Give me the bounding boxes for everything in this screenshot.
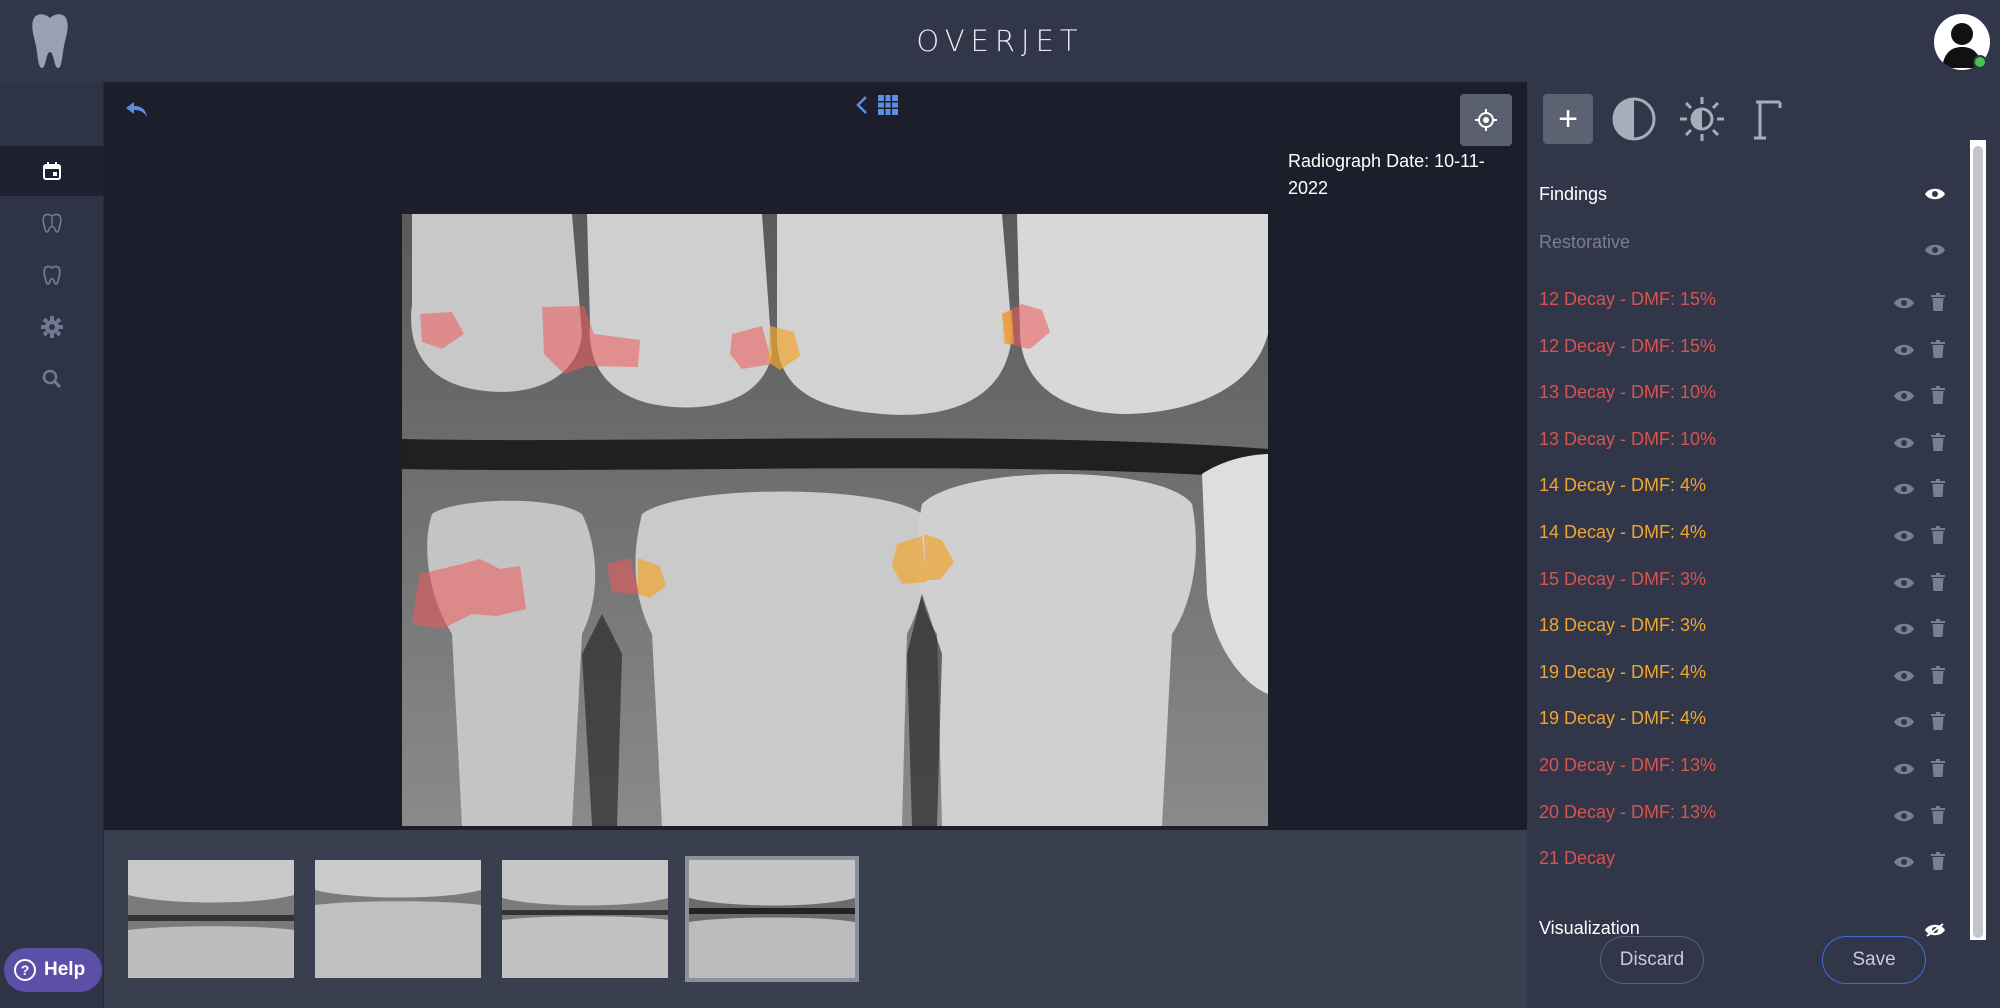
finding-delete-trash-icon[interactable] (1931, 712, 1945, 730)
finding-visibility-eye-icon[interactable] (1893, 855, 1915, 869)
finding-label[interactable]: 12 Decay - DMF: 15% (1539, 336, 1716, 357)
sidebar (0, 82, 104, 1008)
brand-title: OVERJET (916, 24, 1084, 58)
gamma-button[interactable] (1743, 94, 1793, 144)
contrast-button[interactable] (1609, 94, 1659, 144)
gear-icon (41, 316, 63, 338)
online-status-indicator (1973, 55, 1987, 69)
findings-visibility-eye-icon[interactable] (1924, 184, 1946, 204)
finding-label[interactable]: 14 Decay - DMF: 4% (1539, 475, 1706, 496)
sidebar-item-tooth[interactable] (0, 250, 104, 300)
finding-delete-trash-icon[interactable] (1931, 573, 1945, 591)
contrast-icon (1612, 97, 1656, 141)
brightness-button[interactable] (1677, 94, 1727, 144)
thumbnail-4-selected[interactable] (685, 856, 859, 982)
restorative-heading: Restorative (1539, 232, 1631, 252)
gamma-icon (1754, 100, 1782, 140)
finding-delete-trash-icon[interactable] (1931, 479, 1945, 497)
findings-heading: Findings (1539, 184, 1608, 204)
image-navigation (854, 94, 898, 116)
save-button[interactable]: Save (1822, 936, 1926, 984)
finding-label[interactable]: 14 Decay - DMF: 4% (1539, 522, 1706, 543)
discard-button[interactable]: Discard (1600, 936, 1704, 984)
top-bar: OVERJET (0, 0, 2000, 82)
xray-image[interactable] (402, 214, 1268, 826)
finding-visibility-eye-icon[interactable] (1893, 809, 1915, 823)
finding-label[interactable]: 20 Decay - DMF: 13% (1539, 755, 1716, 776)
grid-view-icon[interactable] (878, 95, 898, 115)
thumbnail-1[interactable] (128, 860, 294, 978)
radiograph-viewer: Radiograph Date: 10-11-2022 (104, 82, 1527, 830)
finding-delete-trash-icon[interactable] (1931, 806, 1945, 824)
finding-delete-trash-icon[interactable] (1931, 433, 1945, 451)
tooth-icon (43, 265, 61, 285)
visualization-hidden-eye-icon[interactable] (1924, 920, 1946, 940)
thumbnail-2[interactable] (315, 860, 481, 978)
finding-label[interactable]: 13 Decay - DMF: 10% (1539, 382, 1716, 403)
sidebar-item-search[interactable] (0, 354, 104, 404)
finding-label[interactable]: 15 Decay - DMF: 3% (1539, 569, 1706, 590)
finding-visibility-eye-icon[interactable] (1893, 529, 1915, 543)
chevron-left-icon[interactable] (854, 94, 870, 116)
thumbnail-3[interactable] (502, 860, 668, 978)
sidebar-item-teeth-chart[interactable] (0, 198, 104, 248)
search-icon (42, 369, 62, 389)
finding-delete-trash-icon[interactable] (1931, 386, 1945, 404)
finding-visibility-eye-icon[interactable] (1893, 389, 1915, 403)
sidebar-item-settings[interactable] (0, 302, 104, 352)
finding-visibility-eye-icon[interactable] (1893, 669, 1915, 683)
panel-scrollbar[interactable] (1973, 146, 1983, 938)
recenter-button[interactable] (1460, 94, 1512, 146)
finding-delete-trash-icon[interactable] (1931, 852, 1945, 870)
target-icon (1475, 109, 1497, 131)
sidebar-item-calendar[interactable] (0, 146, 104, 196)
add-icon: + (1558, 99, 1578, 138)
finding-visibility-eye-icon[interactable] (1893, 576, 1915, 590)
finding-visibility-eye-icon[interactable] (1893, 482, 1915, 496)
radiograph-date: Radiograph Date: 10-11-2022 (1288, 151, 1485, 198)
help-button[interactable]: ? Help (4, 948, 102, 992)
brightness-icon (1680, 97, 1724, 141)
teeth-chart-icon (42, 213, 62, 233)
thumbnail-strip (104, 830, 1527, 1008)
finding-visibility-eye-icon[interactable] (1893, 436, 1915, 450)
finding-delete-trash-icon[interactable] (1931, 666, 1945, 684)
finding-label[interactable]: 21 Decay (1539, 848, 1615, 869)
finding-label[interactable]: 12 Decay - DMF: 15% (1539, 289, 1716, 310)
help-label: Help (44, 959, 86, 980)
finding-visibility-eye-icon[interactable] (1893, 296, 1915, 310)
help-icon: ? (14, 959, 36, 981)
finding-visibility-eye-icon[interactable] (1893, 762, 1915, 776)
finding-delete-trash-icon[interactable] (1931, 340, 1945, 358)
finding-label[interactable]: 19 Decay - DMF: 4% (1539, 708, 1706, 729)
finding-visibility-eye-icon[interactable] (1893, 343, 1915, 357)
undo-button[interactable] (122, 94, 152, 124)
finding-label[interactable]: 19 Decay - DMF: 4% (1539, 662, 1706, 683)
finding-label[interactable]: 20 Decay - DMF: 13% (1539, 802, 1716, 823)
finding-label[interactable]: 18 Decay - DMF: 3% (1539, 615, 1706, 636)
finding-visibility-eye-icon[interactable] (1893, 622, 1915, 636)
restorative-visibility-eye-icon[interactable] (1924, 240, 1946, 260)
finding-delete-trash-icon[interactable] (1931, 526, 1945, 544)
undo-icon (126, 102, 147, 117)
calendar-icon (43, 162, 61, 180)
findings-panel: + (1527, 82, 2000, 1008)
finding-delete-trash-icon[interactable] (1931, 759, 1945, 777)
finding-delete-trash-icon[interactable] (1931, 619, 1945, 637)
finding-delete-trash-icon[interactable] (1931, 293, 1945, 311)
finding-visibility-eye-icon[interactable] (1893, 715, 1915, 729)
add-finding-button[interactable]: + (1543, 94, 1593, 144)
finding-label[interactable]: 13 Decay - DMF: 10% (1539, 429, 1716, 450)
